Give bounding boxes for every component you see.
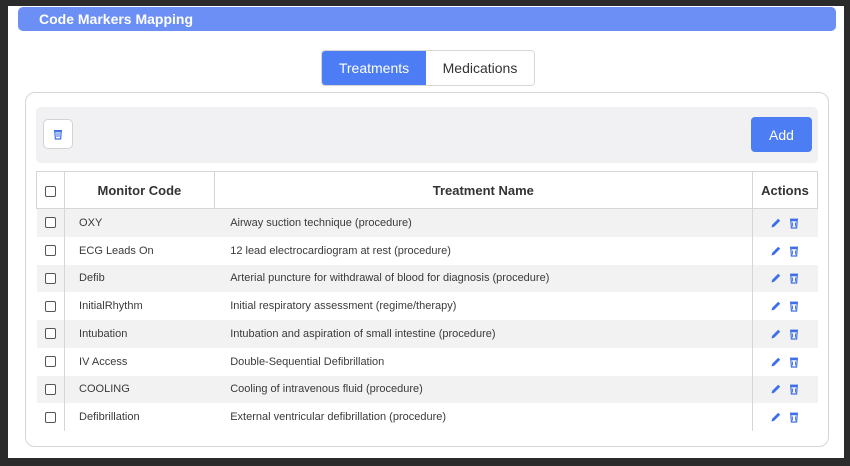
actions-cell xyxy=(751,320,818,348)
row-checkbox[interactable] xyxy=(44,272,56,284)
delete-trash-icon[interactable] xyxy=(788,245,800,257)
monitor-code-cell: InitialRhythm xyxy=(64,292,215,320)
tab-treatments[interactable]: Treatments xyxy=(322,51,426,85)
monitor-code-cell: Defibrillation xyxy=(64,403,215,431)
row-checkbox-cell xyxy=(36,292,65,320)
row-checkbox-cell xyxy=(36,320,65,348)
actions-cell xyxy=(751,264,818,293)
table-card: Add Monitor Code Treatment Name Actions … xyxy=(25,92,829,447)
add-button[interactable]: Add xyxy=(751,117,812,152)
edit-pencil-icon[interactable] xyxy=(770,328,782,340)
select-all-checkbox[interactable] xyxy=(45,185,57,197)
row-checkbox[interactable] xyxy=(44,300,56,312)
tab-group: Treatments Medications xyxy=(321,50,535,86)
header-treatment-name[interactable]: Treatment Name xyxy=(214,171,753,209)
delete-trash-icon[interactable] xyxy=(788,272,800,285)
table-row: Defib Arterial puncture for withdrawal of… xyxy=(36,264,818,293)
delete-trash-icon[interactable] xyxy=(788,411,800,423)
row-checkbox-cell xyxy=(36,208,65,237)
row-checkbox[interactable] xyxy=(44,411,56,423)
table-body: OXY Airway suction technique (procedure) E… xyxy=(36,208,818,431)
row-checkbox[interactable] xyxy=(44,217,56,229)
treatment-name-cell: Airway suction technique (procedure) xyxy=(214,208,753,237)
tab-medications[interactable]: Medications xyxy=(426,51,534,85)
treatment-name-cell: External ventricular defibrillation (pro… xyxy=(214,403,753,431)
delete-trash-icon[interactable] xyxy=(788,217,800,229)
row-checkbox-cell xyxy=(36,403,65,431)
actions-cell xyxy=(751,292,818,320)
treatment-name-cell: Double-Sequential Defibrillation xyxy=(214,347,753,376)
table-row: Defibrillation External ventricular defib… xyxy=(36,403,818,431)
main-panel: Code Markers Mapping Treatments Medicati… xyxy=(8,6,844,458)
actions-cell xyxy=(751,403,818,431)
trash-icon xyxy=(54,130,62,140)
actions-cell xyxy=(751,347,818,376)
bulk-delete-button[interactable] xyxy=(43,119,73,149)
monitor-code-cell: IV Access xyxy=(64,347,215,376)
treatment-name-cell: Arterial puncture for withdrawal of bloo… xyxy=(214,264,753,293)
edit-pencil-icon[interactable] xyxy=(770,217,782,229)
monitor-code-cell: Defib xyxy=(64,264,215,293)
table-row: IV Access Double-Sequential Defibrillatio… xyxy=(36,347,818,376)
delete-trash-icon[interactable] xyxy=(788,300,800,312)
actions-cell xyxy=(751,375,818,404)
treatment-name-cell: 12 lead electrocardiogram at rest (proce… xyxy=(214,236,753,265)
edit-pencil-icon[interactable] xyxy=(770,356,782,368)
treatment-name-cell: Initial respiratory assessment (regime/t… xyxy=(214,292,753,320)
table-row: Intubation Intubation and aspiration of s… xyxy=(36,320,818,348)
table-row: OXY Airway suction technique (procedure) xyxy=(36,208,818,237)
header-monitor-code[interactable]: Monitor Code xyxy=(64,171,215,209)
edit-pencil-icon[interactable] xyxy=(770,272,782,284)
monitor-code-cell: ECG Leads On xyxy=(64,236,215,265)
row-checkbox-cell xyxy=(36,375,65,404)
table-row: COOLING Cooling of intravenous fluid (pro… xyxy=(36,375,818,404)
row-checkbox[interactable] xyxy=(44,383,56,395)
toolbar: Add xyxy=(36,107,818,163)
edit-pencil-icon[interactable] xyxy=(770,383,782,395)
header-actions: Actions xyxy=(752,171,819,209)
edit-pencil-icon[interactable] xyxy=(770,245,782,257)
treatment-name-cell: Intubation and aspiration of small intes… xyxy=(214,320,753,348)
row-checkbox[interactable] xyxy=(44,356,56,368)
row-checkbox-cell xyxy=(36,236,65,265)
table-row: ECG Leads On 12 lead electrocardiogram at… xyxy=(36,236,818,265)
treatment-name-cell: Cooling of intravenous fluid (procedure) xyxy=(214,375,753,404)
select-all-cell xyxy=(35,171,66,209)
row-checkbox-cell xyxy=(36,347,65,376)
delete-trash-icon[interactable] xyxy=(788,383,800,396)
actions-cell xyxy=(751,208,818,237)
edit-pencil-icon[interactable] xyxy=(770,411,782,423)
delete-trash-icon[interactable] xyxy=(788,356,800,368)
actions-cell xyxy=(751,236,818,265)
row-checkbox[interactable] xyxy=(44,245,56,257)
table-header-row: Monitor Code Treatment Name Actions xyxy=(35,171,819,209)
row-checkbox[interactable] xyxy=(44,328,56,340)
edit-pencil-icon[interactable] xyxy=(770,300,782,312)
monitor-code-cell: OXY xyxy=(64,208,215,237)
markers-table: Monitor Code Treatment Name Actions OXY A… xyxy=(35,171,819,431)
delete-trash-icon[interactable] xyxy=(788,328,800,340)
row-checkbox-cell xyxy=(36,264,65,293)
monitor-code-cell: Intubation xyxy=(64,320,215,348)
monitor-code-cell: COOLING xyxy=(64,375,215,404)
page-title: Code Markers Mapping xyxy=(18,7,836,31)
table-row: InitialRhythm Initial respiratory assessm… xyxy=(36,292,818,320)
